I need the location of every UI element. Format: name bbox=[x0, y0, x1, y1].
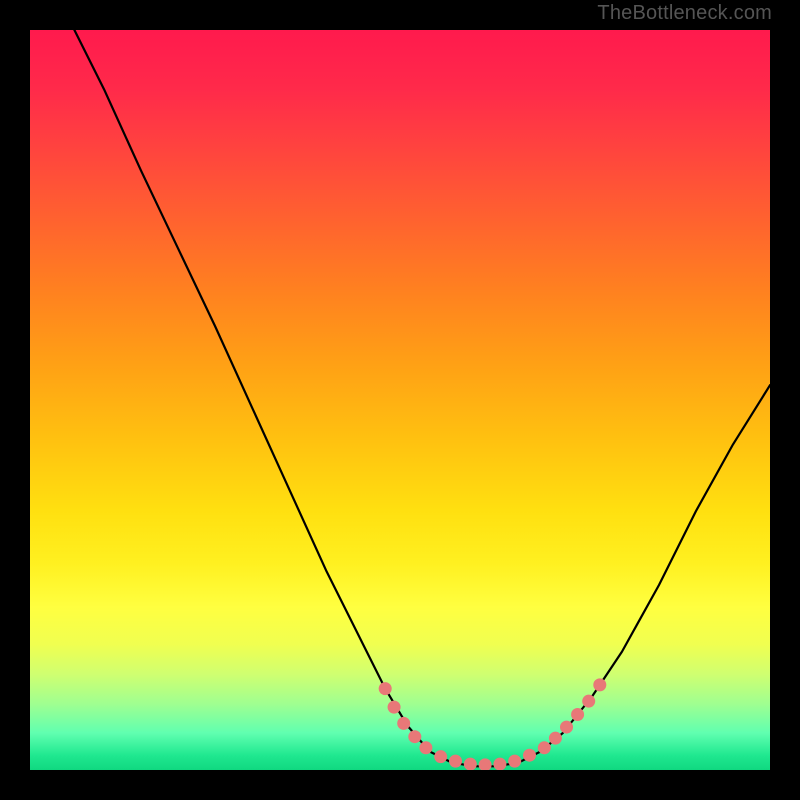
data-marker bbox=[571, 708, 584, 721]
data-marker bbox=[408, 730, 421, 743]
data-marker bbox=[549, 732, 562, 745]
data-marker bbox=[538, 741, 551, 754]
data-marker bbox=[523, 749, 536, 762]
plot-area bbox=[30, 30, 770, 770]
bottleneck-curve bbox=[74, 30, 770, 766]
data-marker bbox=[379, 682, 392, 695]
watermark-text: TheBottleneck.com bbox=[597, 2, 772, 25]
data-marker bbox=[434, 750, 447, 763]
data-marker bbox=[449, 755, 462, 768]
bottleneck-chart: TheBottleneck.com bbox=[0, 0, 800, 800]
data-marker bbox=[479, 758, 492, 770]
curve-layer bbox=[30, 30, 770, 770]
data-marker bbox=[464, 758, 477, 770]
data-marker bbox=[419, 741, 432, 754]
data-marker bbox=[582, 695, 595, 708]
data-marker bbox=[397, 717, 410, 730]
data-marker bbox=[508, 755, 521, 768]
data-marker bbox=[388, 701, 401, 714]
data-marker bbox=[560, 721, 573, 734]
data-marker bbox=[593, 678, 606, 691]
data-marker bbox=[493, 758, 506, 770]
